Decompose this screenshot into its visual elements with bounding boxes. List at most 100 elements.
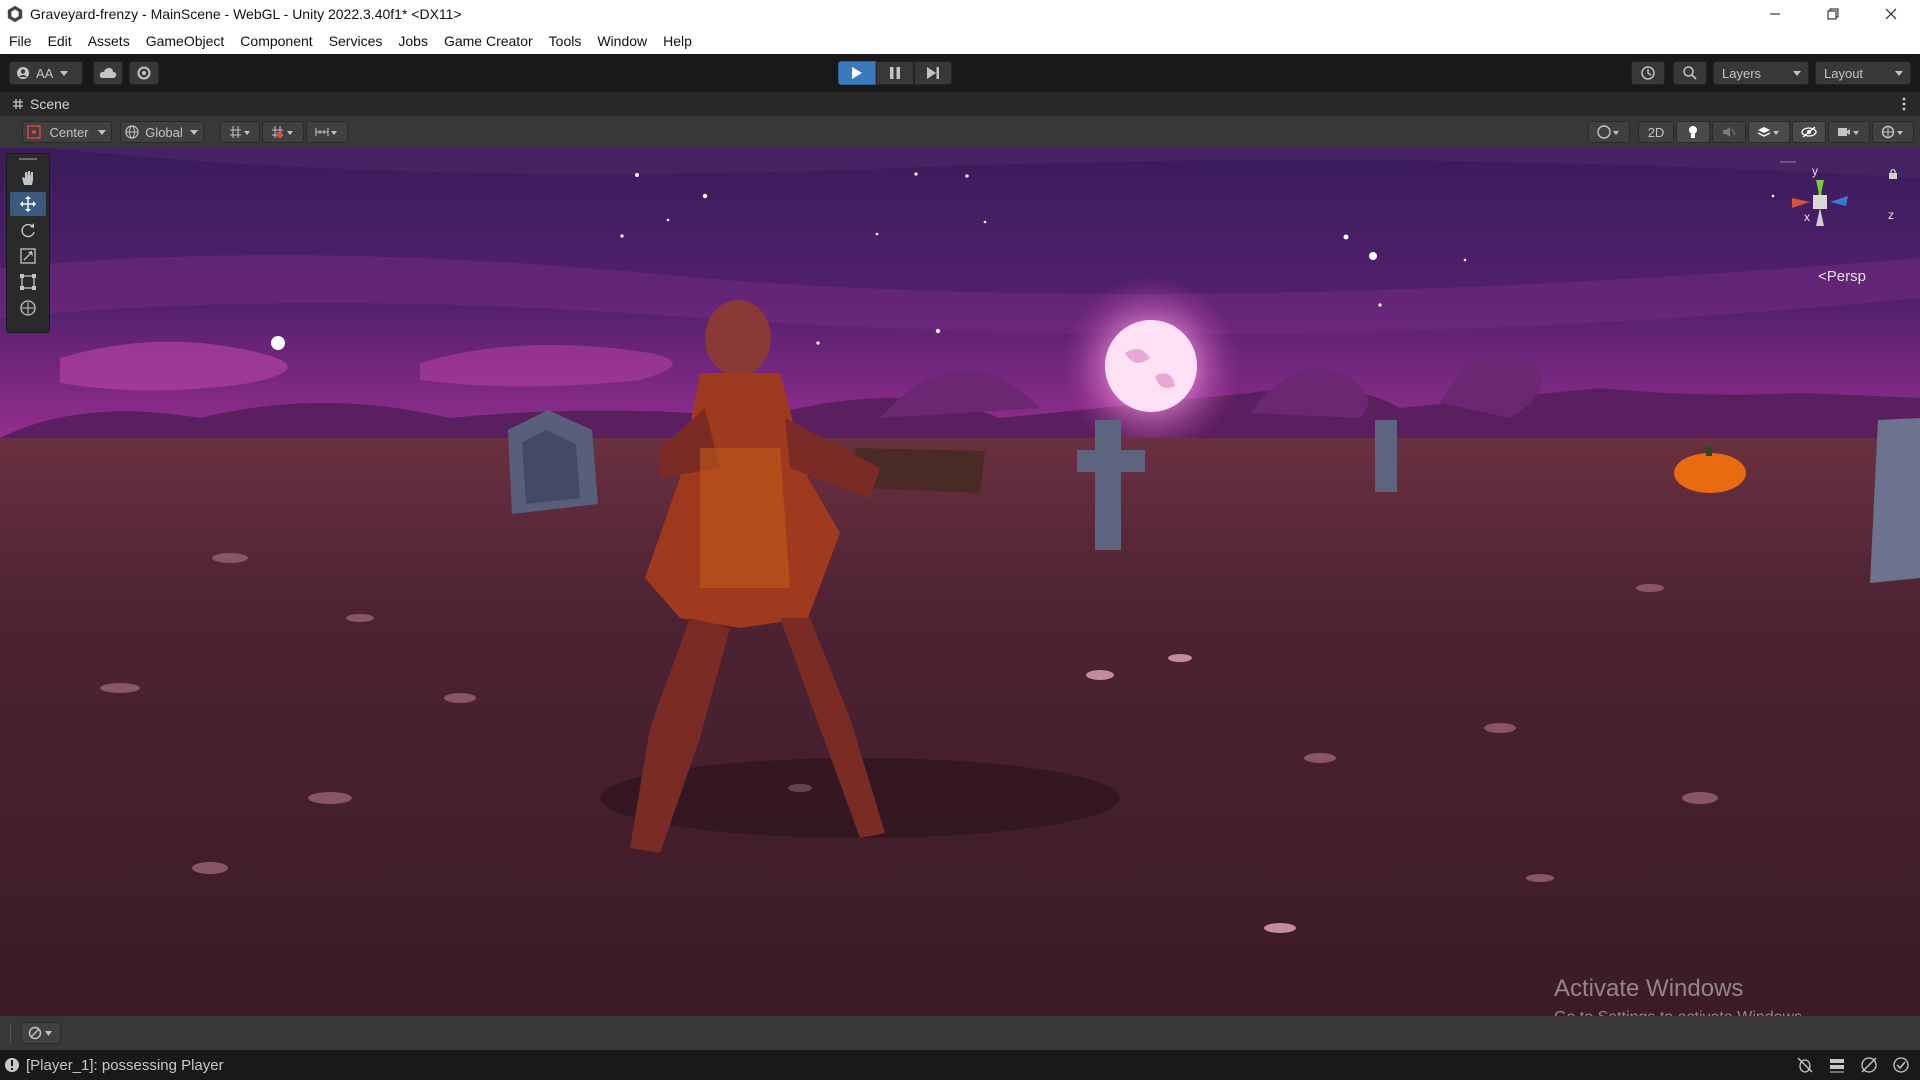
account-dropdown[interactable]: AA — [9, 61, 83, 85]
pause-button[interactable] — [876, 61, 914, 85]
overlay-menu-dropdown[interactable] — [21, 1022, 61, 1044]
chevron-down-icon — [1895, 71, 1903, 76]
lighting-toggle[interactable] — [1676, 121, 1710, 143]
2d-toggle[interactable]: 2D — [1638, 121, 1674, 143]
audio-toggle[interactable] — [1712, 121, 1746, 143]
overlay-icon — [28, 1026, 52, 1040]
overlay-bar — [0, 1016, 1920, 1050]
projection-toggle[interactable]: <Persp — [1818, 268, 1866, 285]
scale-tool[interactable] — [10, 244, 46, 268]
rect-tool[interactable] — [10, 270, 46, 294]
pivot-center-icon — [27, 125, 41, 139]
axis-gizmo-icon — [1780, 161, 1848, 226]
menu-help[interactable]: Help — [655, 28, 700, 54]
step-button[interactable] — [914, 61, 952, 85]
search-icon — [1683, 66, 1697, 80]
layers-dropdown[interactable]: Layers — [1713, 61, 1809, 85]
menu-jobs[interactable]: Jobs — [390, 28, 436, 54]
status-bar: [Player_1]: possessing Player — [0, 1050, 1920, 1080]
scene-tab-bar: Scene — [0, 92, 1920, 116]
scale-icon — [20, 248, 36, 264]
restore-icon — [1827, 8, 1839, 20]
lightbulb-icon — [1689, 126, 1697, 138]
move-tool[interactable] — [10, 192, 46, 216]
menu-gameobject[interactable]: GameObject — [138, 28, 233, 54]
pause-icon — [890, 67, 900, 79]
main-toolbar: AA Layers Layout — [0, 54, 1920, 92]
info-icon — [5, 1058, 19, 1072]
camera-dropdown[interactable] — [1828, 121, 1870, 143]
gear-icon — [137, 66, 151, 80]
audio-mute-icon — [1723, 127, 1736, 137]
menu-window[interactable]: Window — [589, 28, 655, 54]
restore-button[interactable] — [1804, 0, 1862, 28]
menu-component[interactable]: Component — [232, 28, 320, 54]
pivot-dropdown[interactable]: Center — [22, 121, 112, 143]
account-label: AA — [36, 65, 54, 81]
minimize-button[interactable] — [1746, 0, 1804, 28]
gizmo-y-label: y — [1812, 164, 1818, 178]
menu-file[interactable]: File — [0, 28, 40, 54]
camera-icon — [1838, 128, 1859, 136]
menu-game-creator[interactable]: Game Creator — [436, 28, 541, 54]
effects-dropdown[interactable] — [1748, 121, 1790, 143]
hidden-objects-toggle[interactable] — [1792, 121, 1826, 143]
unity-logo-icon — [7, 5, 23, 23]
layout-label: Layout — [1824, 65, 1864, 81]
debug-icon[interactable] — [1796, 1056, 1814, 1074]
minimize-icon — [1770, 13, 1780, 15]
increment-snap-icon — [315, 128, 337, 136]
hand-tool[interactable] — [10, 166, 46, 190]
history-icon — [1641, 66, 1655, 80]
layers-label: Layers — [1722, 65, 1762, 81]
close-icon — [1885, 8, 1897, 20]
scene-viewport[interactable] — [0, 148, 1920, 1016]
window-title: Graveyard-frenzy - MainScene - WebGL - U… — [30, 6, 462, 22]
tab-scene[interactable]: Scene — [12, 96, 70, 112]
network-icon[interactable] — [1860, 1056, 1878, 1074]
space-dropdown[interactable]: Global — [120, 121, 204, 143]
search-button[interactable] — [1673, 61, 1707, 85]
hand-icon — [22, 171, 33, 185]
pivot-label: Center — [49, 124, 89, 140]
close-button[interactable] — [1862, 0, 1920, 28]
layout-dropdown[interactable]: Layout — [1815, 61, 1911, 85]
lock-icon[interactable] — [1888, 168, 1898, 180]
grid-snap-icon — [230, 126, 250, 138]
chevron-down-icon — [189, 130, 198, 135]
grid-visibility-icon — [272, 126, 293, 138]
drag-handle[interactable] — [7, 154, 49, 164]
gizmos-dropdown[interactable] — [1872, 121, 1914, 143]
kebab-menu-icon[interactable] — [1902, 97, 1906, 111]
undo-history-button[interactable] — [1631, 61, 1665, 85]
globe-icon — [125, 125, 139, 139]
progress-check-icon[interactable] — [1892, 1056, 1910, 1074]
menu-tools[interactable]: Tools — [541, 28, 590, 54]
transform-tool[interactable] — [10, 296, 46, 320]
cache-server-icon[interactable] — [1828, 1056, 1846, 1074]
gizmo-z-label: z — [1888, 208, 1894, 222]
play-button[interactable] — [838, 61, 876, 85]
draw-mode-dropdown[interactable] — [1588, 121, 1630, 143]
menu-bar: File Edit Assets GameObject Component Se… — [0, 28, 1920, 55]
menu-assets[interactable]: Assets — [80, 28, 138, 54]
menu-services[interactable]: Services — [321, 28, 391, 54]
menu-edit[interactable]: Edit — [40, 28, 80, 54]
gizmo-x-label: x — [1804, 210, 1810, 224]
gizmos-icon — [1881, 125, 1903, 139]
rotate-tool[interactable] — [10, 218, 46, 242]
status-message[interactable]: [Player_1]: possessing Player — [26, 1057, 224, 1074]
cloud-button[interactable] — [93, 61, 123, 85]
shading-mode-icon — [1597, 125, 1619, 139]
move-arrows-icon — [20, 196, 36, 212]
eye-hidden-icon — [1801, 126, 1817, 138]
scene-view-toolbar: Center Global 2D — [0, 116, 1920, 149]
grid-visibility-toggle[interactable] — [262, 121, 304, 143]
chevron-down-icon — [1793, 71, 1801, 76]
collab-button[interactable] — [129, 61, 159, 85]
orientation-gizmo[interactable]: y x z — [1780, 158, 1900, 268]
transform-icon — [20, 300, 36, 316]
grid-snapping-toggle[interactable] — [220, 121, 260, 143]
scene-grid-icon — [13, 99, 23, 109]
increment-snap-toggle[interactable] — [306, 121, 348, 143]
